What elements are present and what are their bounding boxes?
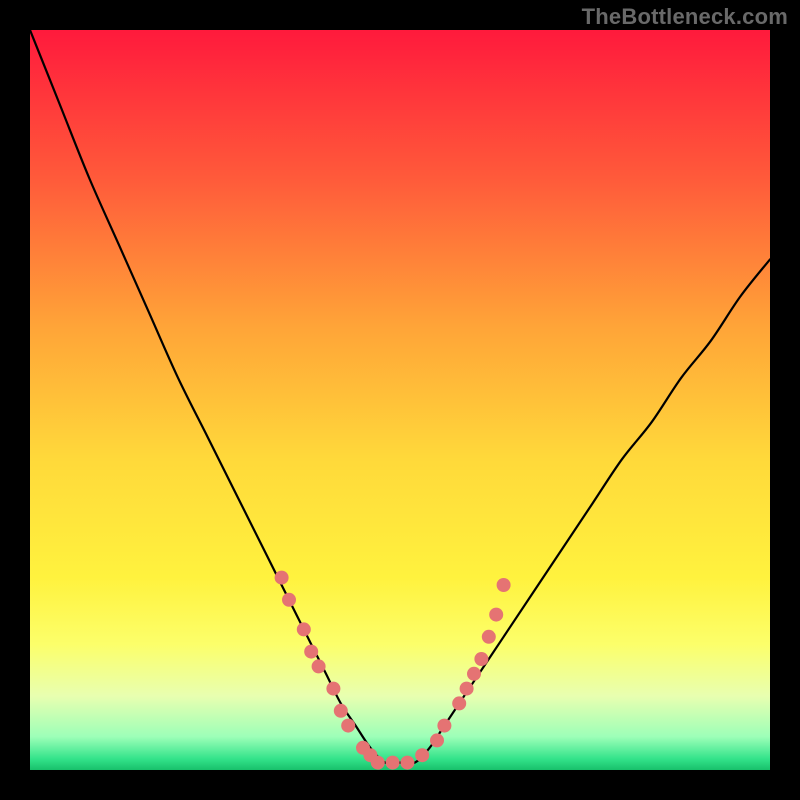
highlight-dot <box>312 659 326 673</box>
highlight-dot <box>282 593 296 607</box>
chart-frame: TheBottleneck.com <box>0 0 800 800</box>
highlight-dot <box>430 733 444 747</box>
highlight-dot <box>489 608 503 622</box>
highlight-dot <box>334 704 348 718</box>
chart-background <box>30 30 770 770</box>
highlight-dot <box>467 667 481 681</box>
highlight-dot <box>386 756 400 770</box>
highlight-dot <box>297 622 311 636</box>
watermark-text: TheBottleneck.com <box>582 4 788 30</box>
highlight-dot <box>415 748 429 762</box>
highlight-dot <box>474 652 488 666</box>
highlight-dot <box>400 756 414 770</box>
highlight-dot <box>326 682 340 696</box>
highlight-dot <box>437 719 451 733</box>
highlight-dot <box>497 578 511 592</box>
highlight-dot <box>460 682 474 696</box>
highlight-dot <box>275 571 289 585</box>
highlight-dot <box>341 719 355 733</box>
highlight-dot <box>482 630 496 644</box>
highlight-dot <box>304 645 318 659</box>
bottleneck-chart <box>30 30 770 770</box>
highlight-dot <box>371 756 385 770</box>
highlight-dot <box>452 696 466 710</box>
